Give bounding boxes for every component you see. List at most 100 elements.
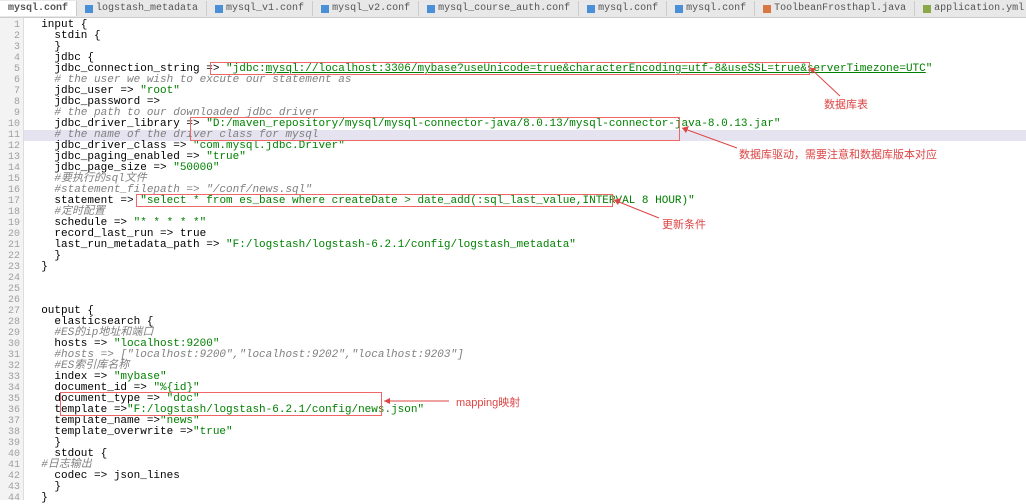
line-number: 23 (0, 262, 23, 273)
annotation-update-cond: 更新条件 (662, 216, 706, 232)
annotation-db-driver: 数据库驱动，需要注意和数据库版本对应 (739, 146, 937, 162)
java-icon (763, 5, 771, 13)
code-line[interactable]: output { (24, 306, 1026, 317)
code-line[interactable]: jdbc_page_size => "50000" (24, 163, 1026, 174)
code-line[interactable]: } (24, 493, 1026, 504)
file-icon (321, 5, 329, 13)
line-number: 38 (0, 427, 23, 438)
code-line[interactable]: last_run_metadata_path => "F:/logstash/l… (24, 240, 1026, 251)
line-number: 21 (0, 240, 23, 251)
code-line[interactable] (24, 295, 1026, 306)
line-number: 22 (0, 251, 23, 262)
line-number: 25 (0, 284, 23, 295)
annotation-db-table: 数据库表 (824, 96, 868, 112)
file-icon (215, 5, 223, 13)
line-number: 19 (0, 218, 23, 229)
code-line[interactable]: } (24, 262, 1026, 273)
tab-label: application.yml (934, 3, 1024, 14)
line-number: 2 (0, 31, 23, 42)
line-number: 44 (0, 493, 23, 504)
line-number: 30 (0, 339, 23, 350)
tab-mysql-v1-conf[interactable]: mysql_v1.conf (207, 1, 313, 16)
line-gutter: 1234567891011121314151617181920212223242… (0, 18, 24, 500)
line-number: 17 (0, 196, 23, 207)
tab-label: logstash_metadata (96, 3, 198, 14)
line-number: 32 (0, 361, 23, 372)
line-number: 31 (0, 350, 23, 361)
line-number: 26 (0, 295, 23, 306)
tab-label: mysql.conf (686, 3, 746, 14)
line-number: 1 (0, 20, 23, 31)
code-line[interactable]: codec => json_lines (24, 471, 1026, 482)
code-line[interactable]: } (24, 482, 1026, 493)
tab-label: mysql_v2.conf (332, 3, 410, 14)
tab-application-yml[interactable]: application.yml (915, 1, 1026, 16)
line-number: 8 (0, 97, 23, 108)
code-line[interactable]: template_overwrite =>"true" (24, 427, 1026, 438)
annotation-mapping: mapping映射 (456, 394, 520, 410)
tab-label: mysql_course_auth.conf (438, 3, 570, 14)
file-icon (85, 5, 93, 13)
line-number: 24 (0, 273, 23, 284)
code-line[interactable] (24, 284, 1026, 295)
line-number: 13 (0, 152, 23, 163)
line-number: 6 (0, 75, 23, 86)
line-number: 9 (0, 108, 23, 119)
code-line[interactable]: #ES索引库名称 (24, 361, 1026, 372)
line-number: 33 (0, 372, 23, 383)
tab-mysql-v2-conf[interactable]: mysql_v2.conf (313, 1, 419, 16)
code-line[interactable]: statement => "select * from es_base wher… (24, 196, 1026, 207)
tab-mysql-conf[interactable]: mysql.conf (579, 1, 667, 16)
code-line[interactable]: #hosts => ["localhost:9200","localhost:9… (24, 350, 1026, 361)
xml-icon (923, 5, 931, 13)
line-number: 4 (0, 53, 23, 64)
tab-logstash-metadata[interactable]: logstash_metadata (77, 1, 207, 16)
line-number: 41 (0, 460, 23, 471)
line-number: 12 (0, 141, 23, 152)
line-number: 10 (0, 119, 23, 130)
editor-area: 1234567891011121314151617181920212223242… (0, 18, 1026, 500)
line-number: 39 (0, 438, 23, 449)
line-number: 16 (0, 185, 23, 196)
code-line[interactable]: stdout { (24, 449, 1026, 460)
code-line[interactable]: } (24, 438, 1026, 449)
tab-label: mysql.conf (8, 3, 68, 14)
tab-toolbeanfrosthapl-java[interactable]: ToolbeanFrosthapl.java (755, 1, 915, 16)
line-number: 14 (0, 163, 23, 174)
code-line[interactable]: jdbc_user => "root" (24, 86, 1026, 97)
code-line[interactable]: stdin { (24, 31, 1026, 42)
code-line[interactable]: } (24, 42, 1026, 53)
line-number: 5 (0, 64, 23, 75)
code-line[interactable]: elasticsearch { (24, 317, 1026, 328)
line-number: 3 (0, 42, 23, 53)
line-number: 11 (0, 130, 23, 141)
file-icon (427, 5, 435, 13)
tab-mysql-conf[interactable]: mysql.conf (667, 1, 755, 16)
line-number: 42 (0, 471, 23, 482)
line-number: 37 (0, 416, 23, 427)
tab-label: mysql_v1.conf (226, 3, 304, 14)
code-line[interactable] (24, 273, 1026, 284)
line-number: 34 (0, 383, 23, 394)
line-number: 29 (0, 328, 23, 339)
line-number: 15 (0, 174, 23, 185)
file-icon (587, 5, 595, 13)
line-number: 18 (0, 207, 23, 218)
tab-label: mysql.conf (598, 3, 658, 14)
tab-mysql-course-auth-conf[interactable]: mysql_course_auth.conf (419, 1, 579, 16)
file-icon (675, 5, 683, 13)
line-number: 36 (0, 405, 23, 416)
tab-mysql-conf[interactable]: mysql.conf (0, 1, 77, 16)
line-number: 20 (0, 229, 23, 240)
code-line[interactable]: input { (24, 20, 1026, 31)
code-line[interactable]: } (24, 251, 1026, 262)
code-content[interactable]: 数据库表 数据库驱动，需要注意和数据库版本对应 更新条件 mapping映射 i… (24, 18, 1026, 500)
editor-tabs: mysql.conf logstash_metadata mysql_v1.conf… (0, 0, 1026, 18)
line-number: 7 (0, 86, 23, 97)
tab-label: ToolbeanFrosthapl.java (774, 3, 906, 14)
line-number: 40 (0, 449, 23, 460)
line-number: 27 (0, 306, 23, 317)
line-number: 43 (0, 482, 23, 493)
line-number: 35 (0, 394, 23, 405)
line-number: 28 (0, 317, 23, 328)
